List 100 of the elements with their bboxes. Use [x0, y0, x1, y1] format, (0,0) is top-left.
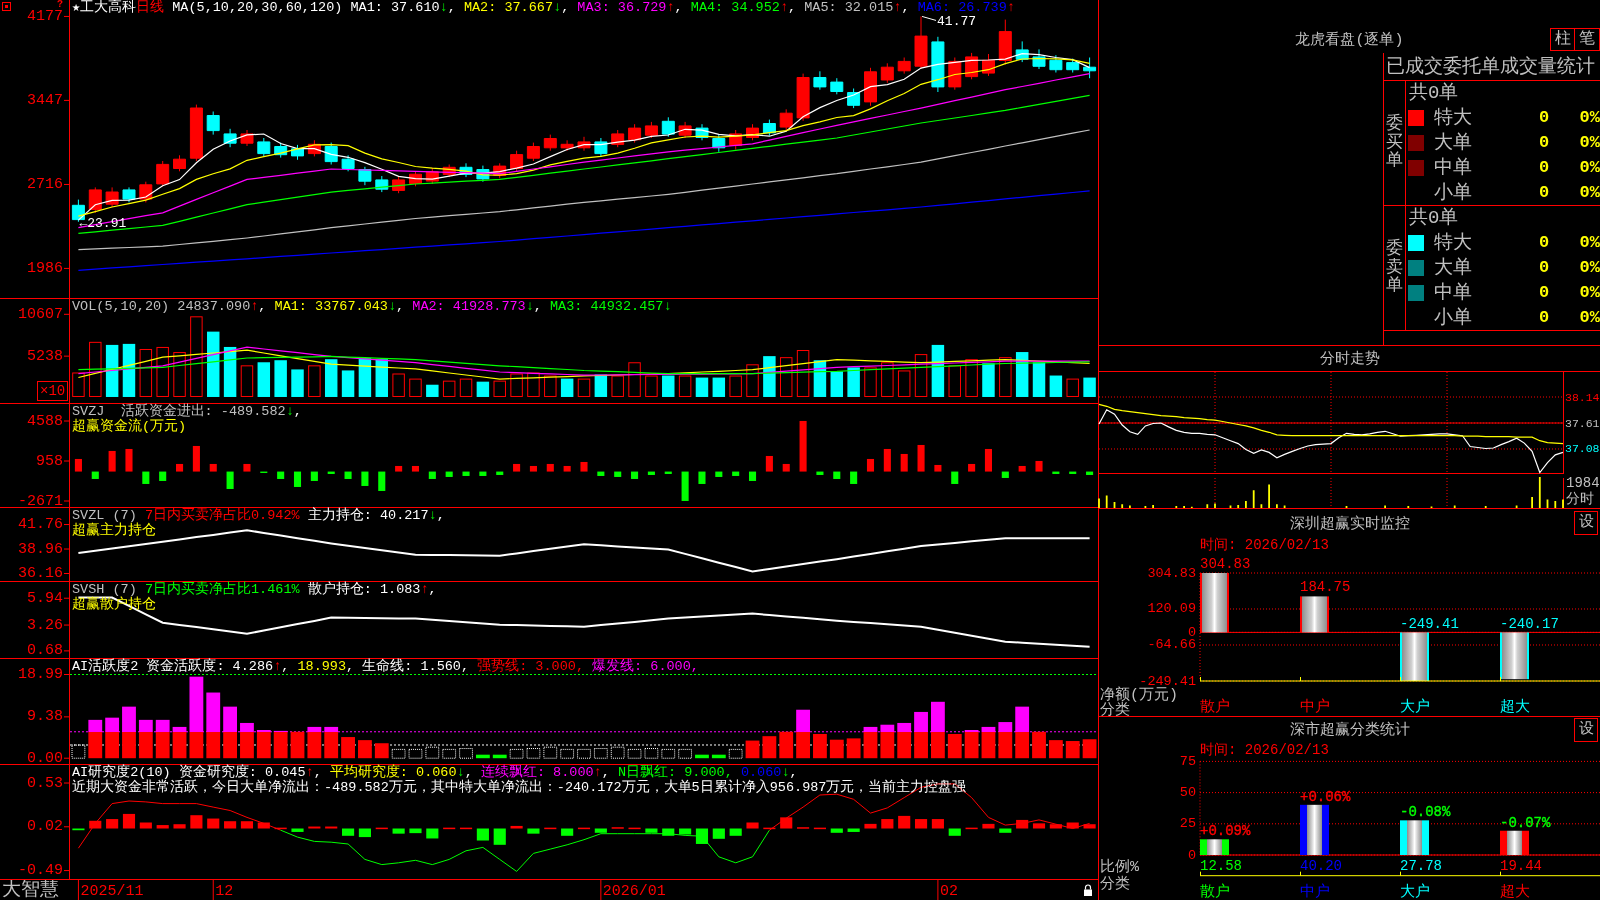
category-label: 超大 — [1500, 698, 1530, 716]
data-label: -240.17 — [1500, 616, 1559, 633]
panel-title: 龙虎看盘(逐单) — [1295, 30, 1404, 49]
axis-label: 9.38 — [27, 708, 63, 726]
axis-label: 10607 — [18, 305, 63, 323]
date-label: 2026/01 — [602, 882, 666, 900]
panel-title: 深圳超赢实时监控 — [1289, 514, 1410, 533]
category-label: 超大 — [1500, 883, 1530, 900]
group-label: 委买单 — [1386, 114, 1403, 171]
order-size-label: 大单 — [1434, 256, 1472, 279]
axis-label: 36.16 — [18, 565, 63, 581]
axis-label: 3447 — [27, 91, 63, 109]
order-size-label: 特大 — [1434, 107, 1472, 130]
axis-label: 304.83 — [1147, 565, 1196, 581]
category-label: 中户 — [1300, 883, 1330, 900]
data-label: 304.83 — [1200, 556, 1251, 572]
axis-title: 分类 — [1100, 875, 1130, 893]
category-label: 大户 — [1400, 698, 1430, 716]
order-count: 0 — [1538, 108, 1550, 129]
brand-label: 大智慧 — [1, 880, 60, 900]
change-label: -0.08% — [1400, 804, 1451, 821]
order-size-label: 中单 — [1434, 156, 1472, 179]
order-percent: 0% — [1579, 182, 1600, 203]
axis-label: 0 — [1187, 847, 1196, 863]
order-count: 0 — [1538, 282, 1550, 303]
indicator-legend: ★工大高科日线 MA(5,10,20,30,60,120) MA1: 37.610↓, MA2: 37.667↓, MA3: 36.729↑, MA4: 34.952↑, MA5: 32.015↑, MA6: 26.739↑ — [72, 0, 1015, 15]
category-label: 大户 — [1400, 883, 1430, 900]
volume-scale-label: 1984 — [1566, 475, 1600, 491]
order-size-label: 特大 — [1434, 232, 1472, 255]
data-label: 40.20 — [1300, 857, 1342, 874]
axis-label: -64.66 — [1147, 637, 1196, 653]
indicator-legend: VOL(5,10,20) 24837.090↑, MA1: 33767.043↓, MA2: 41928.773↓, MA3: 44932.457↓ — [72, 299, 672, 314]
axis-label: -0.49 — [18, 862, 63, 879]
group-label: 委卖单 — [1386, 239, 1403, 296]
axis-label: 75 — [1179, 753, 1196, 769]
order-count: 0 — [1538, 182, 1550, 203]
axis-label: 37.08 — [1565, 442, 1600, 456]
order-total: 共0单 — [1409, 207, 1459, 230]
data-label: 19.44 — [1500, 857, 1542, 874]
indicator-legend: AI活跃度2 资金活跃度: 4.286↑, 18.993, 生命线: 1.560, 强势线: 3.000, 爆发线: 6.000, — [72, 659, 699, 674]
indicator-legend: AI研究度2(10) 资金研究度: 0.045↑, 平均研究度: 0.060↓, 连续飘红: 8.000↑, N日飘红: 9.000, 0.060↓, — [72, 765, 798, 780]
data-label: 184.75 — [1300, 579, 1351, 596]
axis-label: 5238 — [27, 347, 63, 365]
order-percent: 0% — [1579, 233, 1600, 254]
category-label: 中户 — [1300, 698, 1330, 716]
order-percent: 0% — [1579, 108, 1600, 129]
panel-title: 深市超赢分类统计 — [1289, 720, 1410, 739]
order-size-label: 中单 — [1434, 281, 1472, 304]
pane-label: 分时 — [1566, 491, 1594, 507]
time-label: 时间: 2026/02/13 — [1200, 537, 1329, 553]
indicator-title: 超赢资金流(万元) — [72, 419, 187, 434]
date-label: 02 — [939, 882, 958, 900]
category-label: 散户 — [1200, 698, 1230, 716]
order-percent: 0% — [1579, 257, 1600, 278]
axis-label: 0 — [1187, 624, 1196, 640]
axis-label: 4177 — [27, 7, 63, 25]
axis-label: 0.00 — [27, 749, 63, 764]
axis-label: 37.61 — [1565, 416, 1600, 430]
change-label: -0.07% — [1500, 814, 1551, 831]
axis-label: 38.14 — [1565, 390, 1600, 404]
change-label: +0.09% — [1200, 823, 1251, 840]
axis-label: 41.76 — [18, 516, 63, 534]
axis-label: 1986 — [27, 259, 63, 277]
axis-label: 0.02 — [27, 818, 63, 836]
order-percent: 0% — [1579, 133, 1600, 153]
indicator-legend: SVSH (7) 7日内买卖净占比1.461% 散户持仓: 1.083↑, — [72, 582, 437, 597]
order-size-label: 小单 — [1434, 181, 1472, 204]
order-percent: 0% — [1579, 307, 1600, 328]
axis-title: 分类 — [1100, 701, 1130, 719]
axis-label: 0.53 — [27, 774, 63, 792]
panel-title: 分时走势 — [1319, 349, 1380, 368]
order-count: 0 — [1538, 257, 1550, 278]
order-percent: 0% — [1579, 157, 1600, 178]
order-total: 共0单 — [1409, 82, 1459, 105]
order-count: 0 — [1538, 307, 1550, 328]
annotation: 41.77 — [937, 13, 977, 29]
axis-label: 25 — [1179, 816, 1196, 832]
axis-label: 4588 — [27, 412, 63, 430]
date-label: 12 — [215, 882, 234, 900]
order-size-label: 大单 — [1434, 132, 1472, 154]
price-annotation: 41.77 — [921, 13, 977, 29]
category-label: 散户 — [1200, 883, 1230, 900]
change-label: +0.06% — [1300, 788, 1351, 805]
axis-label: 0.68 — [27, 642, 63, 658]
axis-label: 958 — [36, 452, 63, 470]
order-count: 0 — [1538, 233, 1550, 254]
indicator-title: 超赢主力持仓 — [72, 523, 156, 538]
axis-label: 120.09 — [1147, 601, 1196, 617]
axis-label: 18.99 — [18, 666, 63, 683]
axis-label: -2671 — [18, 492, 63, 507]
axis-label: 3.26 — [27, 616, 63, 634]
order-count: 0 — [1538, 133, 1550, 153]
axis-label: 38.96 — [18, 540, 63, 558]
order-percent: 0% — [1579, 282, 1600, 303]
data-label: -249.41 — [1400, 616, 1459, 633]
order-size-label: 小单 — [1434, 306, 1472, 329]
table-title: 已成交委托单成交量统计 — [1386, 55, 1595, 78]
axis-label: 2716 — [27, 175, 63, 193]
indicator-legend: SVZJ 活跃资金进出: -489.582↓, — [72, 404, 302, 419]
unit-label: ×10 — [37, 381, 69, 401]
